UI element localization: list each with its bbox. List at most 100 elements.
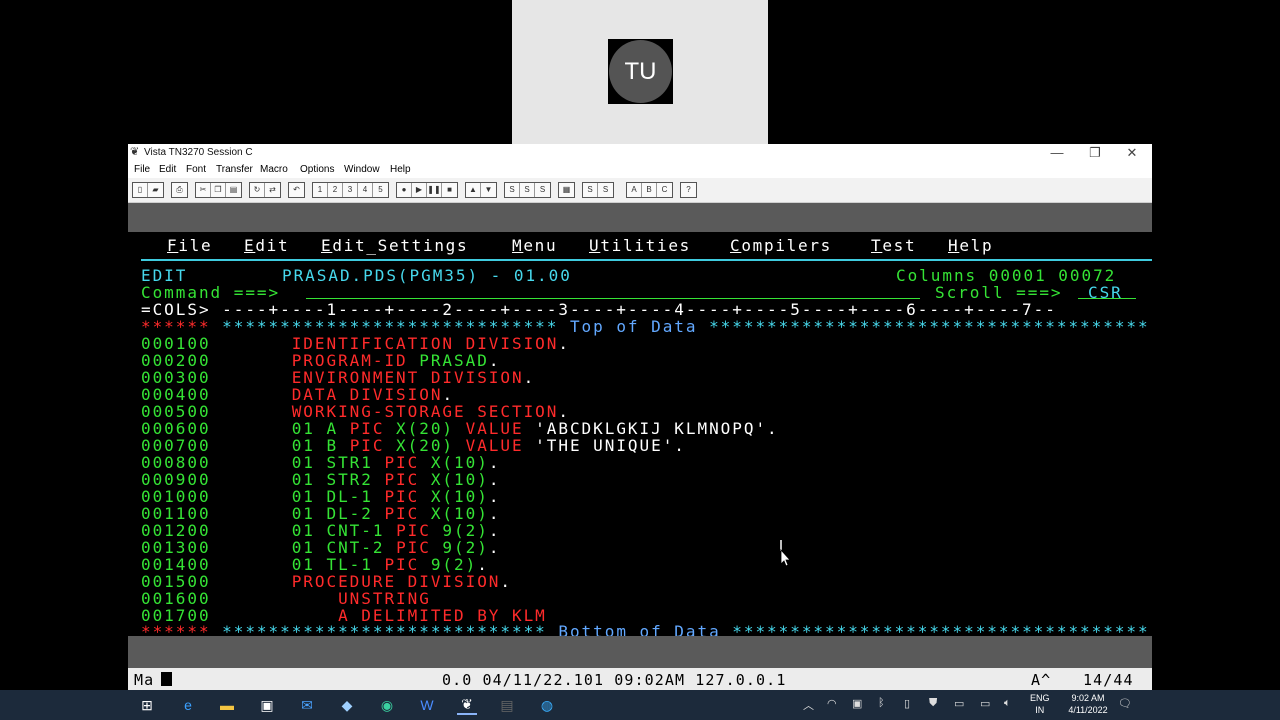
action-bar-item[interactable]: File — [167, 236, 212, 255]
tn3270-taskbar-icon[interactable]: ❦ — [457, 695, 477, 715]
tray-network-icon[interactable]: ◠ — [827, 697, 837, 710]
menu-help[interactable]: Help — [390, 164, 411, 175]
source-line[interactable]: 001500 PROCEDURE DIVISION. — [141, 573, 512, 590]
notification-icon[interactable]: 🗨︎ — [1118, 697, 1132, 710]
tray-chevron-up-icon[interactable]: ︿ — [803, 697, 814, 713]
action-bar-hotkey: E — [321, 236, 333, 255]
menu-file[interactable]: File — [134, 164, 150, 175]
command-input[interactable] — [306, 298, 920, 299]
toolbar---icon[interactable]: ? — [681, 183, 696, 197]
status-cursor-position: 14/44 — [1083, 671, 1134, 689]
windows-start-icon[interactable]: ⊞ — [137, 695, 157, 715]
source-line[interactable]: 001300 01 CNT-2 PIC 9(2). — [141, 539, 500, 556]
notes-icon[interactable]: ◆ — [337, 695, 357, 715]
toolbar-keypad-icon[interactable]: ▦ — [559, 183, 574, 197]
app-icon: ❦ — [130, 146, 140, 158]
action-bar-item[interactable]: Edit — [244, 236, 289, 255]
webex-icon[interactable]: ◍ — [537, 695, 557, 715]
toolbar-settings-b-icon[interactable]: S — [520, 183, 535, 197]
minimize-button[interactable]: — — [1038, 144, 1076, 162]
terminal-screen[interactable]: File Edit Edit_Settings Menu Utilities Compil… — [128, 232, 1152, 640]
source-line[interactable]: 000900 01 STR2 PIC X(10). — [141, 471, 500, 488]
action-bar-item[interactable]: Compilers — [730, 236, 832, 255]
source-line[interactable]: 000100 IDENTIFICATION DIVISION. — [141, 335, 570, 352]
toolbar-open-icon[interactable]: ▰ — [148, 183, 163, 197]
toolbar-4-icon[interactable]: 4 — [358, 183, 373, 197]
toolbar-screen-a-icon[interactable]: S — [583, 183, 598, 197]
action-bar-item[interactable]: Edit_Settings — [321, 236, 468, 255]
action-bar-label: dit — [255, 236, 290, 255]
source-line[interactable]: 001600 UNSTRING — [141, 590, 431, 607]
toolbar-stop-icon[interactable]: ■ — [442, 183, 457, 197]
toolbar-cut-icon[interactable]: ✂ — [196, 183, 211, 197]
store-icon[interactable]: ▣ — [257, 695, 277, 715]
action-bar-item[interactable]: Help — [948, 236, 993, 255]
toolbar-down-icon[interactable]: ▼ — [481, 183, 496, 197]
action-bar-item[interactable]: Test — [871, 236, 916, 255]
toolbar-group: ✂ ❐ ▤ — [195, 182, 242, 198]
toolbar-c-icon[interactable]: C — [657, 183, 672, 197]
toolbar-undo-icon[interactable]: ↶ — [289, 183, 304, 197]
toolbar-disconnect-icon[interactable]: ⇄ — [265, 183, 280, 197]
toolbar-paste-icon[interactable]: ▤ — [226, 183, 241, 197]
source-line[interactable]: 001400 01 TL-1 PIC 9(2). — [141, 556, 489, 573]
source-line[interactable]: 001200 01 CNT-1 PIC 9(2). — [141, 522, 500, 539]
toolbar-reconnect-icon[interactable]: ↻ — [250, 183, 265, 197]
source-line[interactable]: 001100 01 DL-2 PIC X(10). — [141, 505, 500, 522]
toolbar-up-icon[interactable]: ▲ — [466, 183, 481, 197]
toolbar-b-icon[interactable]: B — [642, 183, 657, 197]
status-insert-mode: A^ — [1031, 671, 1052, 689]
window-title-bar[interactable]: ❦ Vista TN3270 Session C — ❐ ✕ — [128, 144, 1152, 162]
toolbar-pause-icon[interactable]: ❚❚ — [427, 183, 442, 197]
tray-bluetooth-icon[interactable]: ᛒ — [878, 697, 885, 709]
menu-window[interactable]: Window — [344, 164, 380, 175]
toolbar-group: 12345 — [312, 182, 389, 198]
source-line[interactable]: 000600 01 A PIC X(20) VALUE 'ABCDKLGKIJ … — [141, 420, 779, 437]
edge-icon[interactable]: ◉ — [377, 695, 397, 715]
input-language[interactable]: ENG IN — [1030, 692, 1050, 716]
toolbar-group: ↻ ⇄ — [249, 182, 281, 198]
toolbar-record-icon[interactable]: ● — [397, 183, 412, 197]
mail-icon[interactable]: ✉ — [297, 695, 317, 715]
edge-legacy-icon[interactable]: e — [178, 695, 198, 715]
toolbar-settings-a-icon[interactable]: S — [505, 183, 520, 197]
tray-shield-icon[interactable]: ⛊ — [929, 697, 937, 710]
toolbar-screen-b-icon[interactable]: S — [598, 183, 613, 197]
menu-options[interactable]: Options — [300, 164, 334, 175]
toolbar-5-icon[interactable]: 5 — [373, 183, 388, 197]
source-line[interactable]: 000500 WORKING-STORAGE SECTION. — [141, 403, 570, 420]
source-line[interactable]: 000300 ENVIRONMENT DIVISION. — [141, 369, 535, 386]
toolbar-settings-c-icon[interactable]: S — [535, 183, 550, 197]
source-line[interactable]: 001000 01 DL-1 PIC X(10). — [141, 488, 500, 505]
source-line[interactable]: 000800 01 STR1 PIC X(10). — [141, 454, 500, 471]
close-button[interactable]: ✕ — [1113, 144, 1151, 162]
restore-button[interactable]: ❐ — [1076, 144, 1114, 162]
toolbar-2-icon[interactable]: 2 — [328, 183, 343, 197]
tray-battery-icon[interactable]: ▭ — [980, 697, 990, 710]
tray-device-icon[interactable]: ▯ — [904, 697, 910, 710]
toolbar-1-icon[interactable]: 1 — [313, 183, 328, 197]
tray-meet-icon[interactable]: ▣ — [852, 697, 862, 710]
toolbar-3-icon[interactable]: 3 — [343, 183, 358, 197]
action-bar-item[interactable]: Utilities — [589, 236, 691, 255]
toolbar-new-icon[interactable]: ▯ — [133, 183, 148, 197]
taskbar-clock[interactable]: 9:02 AM 4/11/2022 — [1060, 692, 1116, 716]
action-bar-item[interactable]: Menu — [512, 236, 557, 255]
menu-transfer[interactable]: Transfer — [216, 164, 253, 175]
menu-macro[interactable]: Macro — [260, 164, 288, 175]
tray-monitor-icon[interactable]: ▭ — [954, 697, 964, 710]
word-icon[interactable]: W — [417, 695, 437, 715]
pdf-icon[interactable]: ▤ — [497, 695, 517, 715]
toolbar-print-icon[interactable]: ⎙ — [172, 183, 187, 197]
tray-volume-icon[interactable]: 🔈︎ — [1004, 697, 1011, 710]
source-line[interactable]: 000700 01 B PIC X(20) VALUE 'THE UNIQUE'… — [141, 437, 686, 454]
source-line[interactable]: 000200 PROGRAM-ID PRASAD. — [141, 352, 500, 369]
toolbar-a-icon[interactable]: A — [627, 183, 642, 197]
menu-font[interactable]: Font — [186, 164, 206, 175]
file-explorer-icon[interactable]: ▬ — [217, 695, 237, 715]
toolbar-play-icon[interactable]: ▶ — [412, 183, 427, 197]
participant-video-tile: TU — [512, 0, 768, 144]
toolbar-copy-icon[interactable]: ❐ — [211, 183, 226, 197]
menu-edit[interactable]: Edit — [159, 164, 176, 175]
source-line[interactable]: 000400 DATA DIVISION. — [141, 386, 454, 403]
